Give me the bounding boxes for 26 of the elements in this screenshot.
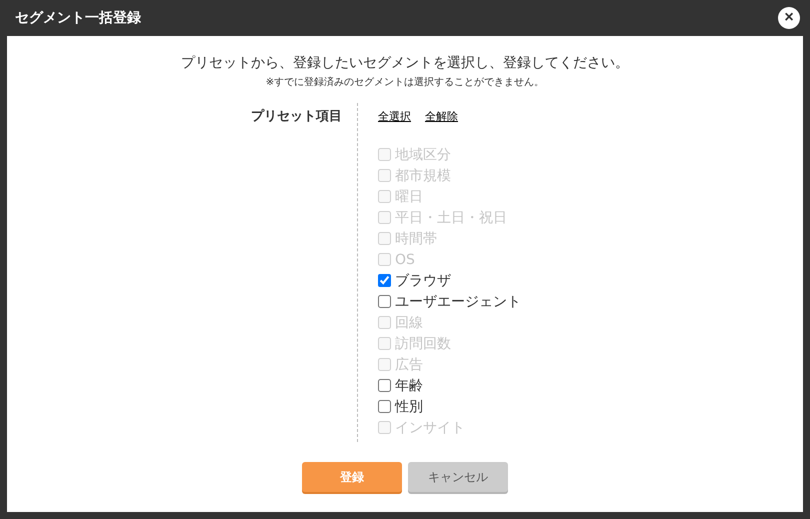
checkbox-label: 年齢 xyxy=(395,376,423,394)
checkbox-label: 曜日 xyxy=(395,188,423,206)
note-text: ※すでに登録済みのセグメントは選択することができません。 xyxy=(266,76,544,89)
close-button[interactable]: × xyxy=(778,7,800,29)
checkbox-label: ユーザエージェント xyxy=(395,292,521,310)
preset-label: プリセット項目 xyxy=(250,108,343,126)
checkbox-label: 平日・土日・祝日 xyxy=(395,208,507,226)
checkbox-label: 回線 xyxy=(395,314,423,332)
cancel-button[interactable]: キャンセル xyxy=(408,462,508,492)
checkbox[interactable] xyxy=(378,379,391,392)
checkbox-label: インサイト xyxy=(395,418,465,436)
checkbox-label: 訪問回数 xyxy=(395,334,451,352)
checkbox[interactable] xyxy=(378,295,391,308)
checkbox-label: ブラウザ xyxy=(395,272,451,290)
instruction-text: プリセットから、登録したいセグメントを選択し、登録してください。 xyxy=(181,54,629,72)
checkbox-label: 地域区分 xyxy=(395,146,451,164)
checkbox-label: OS xyxy=(395,252,415,268)
checkbox-label: 時間帯 xyxy=(395,230,437,248)
checkbox-label: 都市規模 xyxy=(395,166,451,184)
checkbox[interactable] xyxy=(378,274,391,287)
checkbox[interactable] xyxy=(378,400,391,413)
select-link[interactable]: 全選択 xyxy=(378,109,411,124)
checkbox-label: 性別 xyxy=(395,398,423,416)
select-link[interactable]: 全解除 xyxy=(425,109,458,124)
window-title: セグメント一括登録 xyxy=(15,9,141,27)
checkbox-label: 広告 xyxy=(395,356,423,374)
